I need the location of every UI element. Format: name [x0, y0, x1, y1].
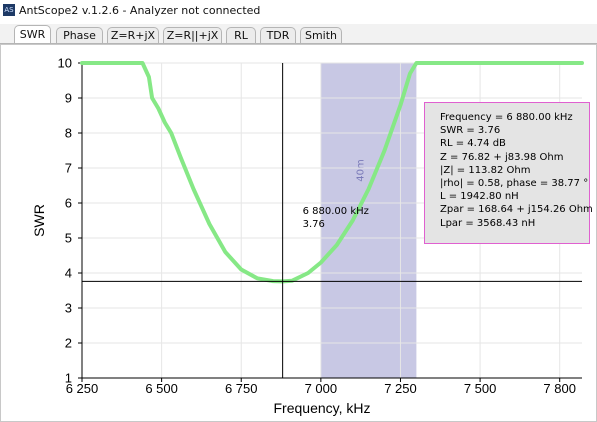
band-label: 40m: [356, 159, 367, 181]
y-tick-label: 10: [58, 56, 72, 71]
y-tick-label: 3: [65, 301, 72, 316]
info-abs-z: |Z| = 113.82 Ohm: [440, 164, 531, 176]
y-tick-label: 5: [65, 231, 72, 246]
x-tick-label: 7 000: [305, 381, 338, 396]
x-tick-label: 6 500: [145, 381, 178, 396]
y-axis-label: SWR: [31, 204, 47, 237]
y-tick-label: 8: [65, 126, 72, 141]
x-tick-label: 6 750: [225, 381, 258, 396]
marker-frequency-label: 6 880.00 kHz: [303, 206, 369, 217]
y-tick-label: 4: [65, 266, 72, 281]
info-l: L = 1942.80 nH: [440, 191, 519, 203]
info-z: Z = 76.82 + j83.98 Ohm: [440, 151, 564, 163]
y-tick-label: 2: [65, 336, 72, 351]
info-swr: SWR = 3.76: [440, 125, 501, 137]
y-tick-label: 9: [65, 91, 72, 106]
info-rho-phase: |rho| = 0.58, phase = 38.77 °: [440, 178, 589, 190]
band-40m: [320, 63, 417, 378]
info-lpar: Lpar = 3568.43 nH: [440, 217, 536, 229]
y-tick-label: 6: [65, 196, 72, 211]
y-tick-label: 7: [65, 161, 72, 176]
x-tick-label: 7 800: [543, 381, 576, 396]
info-rl: RL = 4.74 dB: [440, 138, 506, 150]
marker-info-box[interactable]: Frequency = 6 880.00 kHz SWR = 3.76 RL =…: [424, 102, 593, 244]
info-frequency: Frequency = 6 880.00 kHz: [440, 112, 573, 123]
info-zpar: Zpar = 168.64 + j154.26 Ohm: [440, 204, 593, 216]
marker-swr-label: 3.76: [303, 219, 325, 230]
x-tick-label: 7 250: [384, 381, 417, 396]
x-axis-label: Frequency, kHz: [274, 400, 371, 416]
x-tick-label: 6 250: [66, 381, 99, 396]
x-tick-label: 7 500: [464, 381, 497, 396]
